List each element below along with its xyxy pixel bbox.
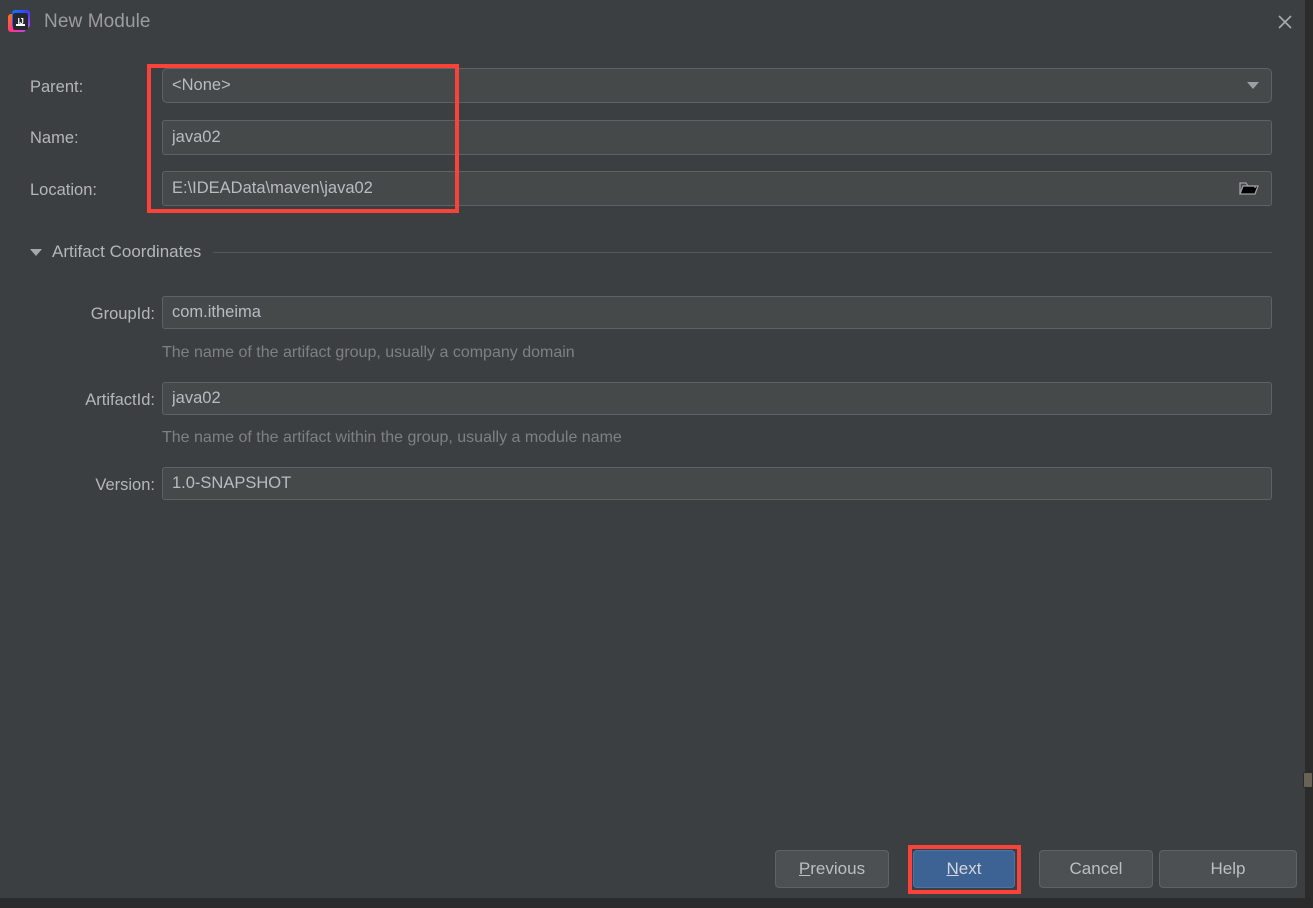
parent-label: Parent: xyxy=(30,77,84,96)
triangle-down-icon[interactable] xyxy=(30,248,42,256)
chevron-down-icon[interactable] xyxy=(1247,82,1259,89)
artifact-id-hint: The name of the artifact within the grou… xyxy=(162,429,622,446)
location-input[interactable]: E:\IDEAData\maven\java02 xyxy=(162,171,1272,206)
folder-icon[interactable] xyxy=(1238,180,1260,198)
location-label: Location: xyxy=(30,180,97,199)
group-id-value: com.itheima xyxy=(172,303,261,321)
version-value: 1.0-SNAPSHOT xyxy=(172,474,292,492)
dialog-button-bar: Previous Next Cancel Help xyxy=(0,850,1313,890)
name-row: Name: xyxy=(30,127,150,149)
dialog-titlebar: IJ New Module xyxy=(0,0,1313,44)
artifact-id-label: ArtifactId: xyxy=(85,390,155,409)
next-button-label: ext xyxy=(958,859,982,878)
group-id-hint: The name of the artifact group, usually … xyxy=(162,344,575,361)
location-value: E:\IDEAData\maven\java02 xyxy=(172,179,373,197)
logo-letters: IJ xyxy=(17,17,24,26)
version-label: Version: xyxy=(95,475,155,494)
artifact-coordinates-section-header[interactable]: Artifact Coordinates xyxy=(30,241,1272,263)
group-id-row: GroupId: xyxy=(30,303,155,325)
group-id-input[interactable]: com.itheima xyxy=(162,296,1272,329)
group-id-label: GroupId: xyxy=(90,304,155,323)
help-button-label: Help xyxy=(1210,859,1246,878)
version-input[interactable]: 1.0-SNAPSHOT xyxy=(162,467,1272,500)
name-input[interactable]: java02 xyxy=(162,120,1272,155)
resize-cursor-artifact xyxy=(1303,772,1313,788)
next-button-mnemonic: N xyxy=(946,859,959,878)
name-label: Name: xyxy=(30,128,79,147)
cancel-button-label: Cancel xyxy=(1069,859,1123,878)
name-value: java02 xyxy=(172,128,221,146)
artifact-id-row: ArtifactId: xyxy=(30,389,155,411)
next-button[interactable]: Next xyxy=(913,850,1015,888)
parent-combobox[interactable]: <None> xyxy=(162,68,1272,103)
previous-button[interactable]: Previous xyxy=(775,850,889,888)
previous-button-label: revious xyxy=(810,859,866,878)
section-divider xyxy=(213,251,1272,253)
parent-row: Parent: xyxy=(30,76,150,98)
location-row: Location: xyxy=(30,179,170,201)
dialog-title: New Module xyxy=(44,11,151,32)
artifact-id-value: java02 xyxy=(172,389,221,407)
cancel-button[interactable]: Cancel xyxy=(1039,850,1153,888)
artifact-coordinates-title: Artifact Coordinates xyxy=(52,242,202,261)
artifact-id-input[interactable]: java02 xyxy=(162,382,1272,415)
window-bottom-edge xyxy=(0,898,1313,908)
version-row: Version: xyxy=(30,474,155,496)
intellij-idea-logo-icon: IJ xyxy=(8,10,32,34)
new-module-dialog: IJ New Module Parent: <None> Name: java0… xyxy=(0,0,1313,908)
help-button[interactable]: Help xyxy=(1159,850,1297,888)
previous-button-mnemonic: P xyxy=(798,859,811,878)
parent-value: <None> xyxy=(172,76,231,94)
